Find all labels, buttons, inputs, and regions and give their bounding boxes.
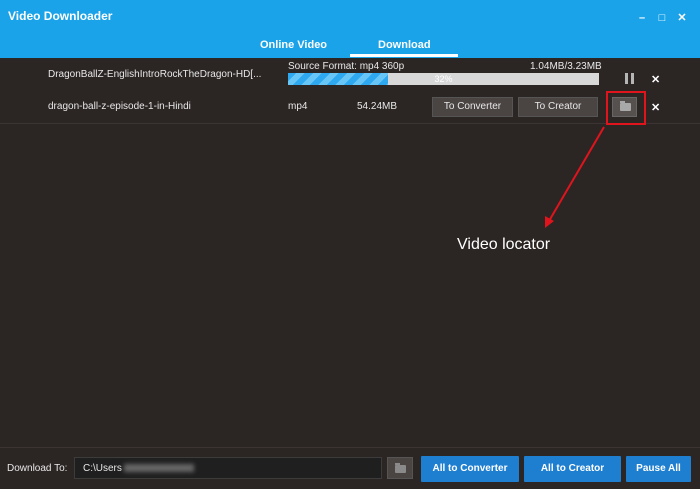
folder-icon — [395, 463, 406, 473]
annotation-arrow — [545, 126, 605, 228]
download-path-field[interactable]: C:\Users — [74, 457, 451, 479]
all-to-converter-button[interactable]: All to Converter — [421, 456, 519, 482]
pause-all-button[interactable]: Pause All — [626, 456, 691, 482]
all-to-creator-button[interactable]: All to Creator — [524, 456, 621, 482]
annotation-text: Video locator — [457, 236, 551, 253]
path-prefix: C:\Users — [83, 463, 122, 474]
redacted-path — [123, 464, 194, 473]
browse-folder-button[interactable] — [387, 457, 413, 479]
download-to-label: Download To: — [7, 463, 68, 474]
download-path-text: C:\Users — [83, 463, 194, 474]
